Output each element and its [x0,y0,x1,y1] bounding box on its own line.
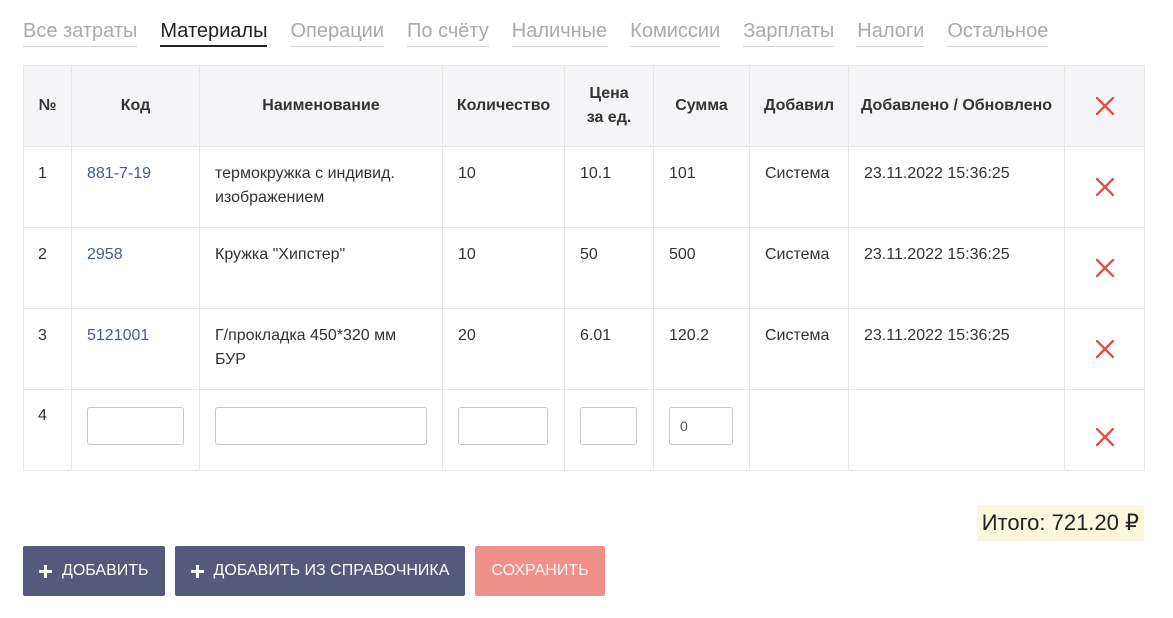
row-delete-cell [1064,146,1145,228]
row-added-by: Система [749,308,849,390]
row-price: 6.01 [564,308,654,390]
tab-all-costs[interactable]: Все затраты [23,18,138,47]
header-sum: Сумма [653,65,750,147]
header-dates: Добавлено / Обновлено [848,65,1065,147]
row-dates: 23.11.2022 15:36:25 [848,146,1065,228]
header-name: Наименование [199,65,443,147]
table-row: 2 2958 Кружка "Хипстер" 10 50 500 Систем… [23,227,1145,309]
row-name: термокружка с индивид. изображением [199,146,443,228]
row-code-link[interactable]: 5121001 [87,327,149,344]
tab-taxes[interactable]: Налоги [857,18,925,47]
tab-other[interactable]: Остальное [947,18,1049,47]
tab-commissions[interactable]: Комиссии [630,18,721,47]
add-button-label: Добавить [62,562,149,579]
code-input[interactable] [87,407,184,445]
header-quantity: Количество [442,65,565,147]
row-dates: 23.11.2022 15:36:25 [848,227,1065,309]
save-button-label: Сохранить [491,562,589,579]
delete-row-icon[interactable] [1094,176,1116,198]
sum-input[interactable] [669,407,733,445]
save-button[interactable]: Сохранить [475,546,605,596]
row-num: 2 [23,227,72,309]
new-row-name-cell [199,389,443,471]
new-row-code-cell [71,389,200,471]
row-code-cell: 2958 [71,227,200,309]
delete-all-icon[interactable] [1094,95,1116,117]
new-row-delete-cell [1064,389,1145,471]
row-quantity: 10 [442,227,565,309]
header-added-by: Добавил [749,65,849,147]
tab-materials[interactable]: Материалы [160,18,268,47]
row-delete-cell [1064,227,1145,309]
delete-row-icon[interactable] [1094,338,1116,360]
header-price-line1: Цена [589,85,629,102]
tab-by-invoice[interactable]: По счёту [407,18,489,47]
new-item-row: 4 [23,389,1145,471]
tab-operations[interactable]: Операции [290,18,385,47]
new-row-sum-cell [653,389,750,471]
row-code-cell: 5121001 [71,308,200,390]
header-price: Цена за ед. [564,65,654,147]
add-from-catalog-button[interactable]: Добавить из справочника [174,546,466,596]
price-input[interactable] [580,407,637,445]
add-button[interactable]: Добавить [23,546,165,596]
row-price: 50 [564,227,654,309]
new-row-added-by [749,389,849,471]
action-bar: Добавить Добавить из справочника Сохрани… [23,546,605,596]
row-added-by: Система [749,227,849,309]
table-row: 3 5121001 Г/прокладка 450*320 мм БУР 20 … [23,308,1145,390]
table-header-row: № Код Наименование Количество Цена за ед.… [23,65,1145,147]
tab-salaries[interactable]: Зарплаты [743,18,835,47]
row-name: Г/прокладка 450*320 мм БУР [199,308,443,390]
add-from-catalog-label: Добавить из справочника [213,562,450,579]
row-code-link[interactable]: 2958 [87,246,123,263]
row-price: 10.1 [564,146,654,228]
row-num: 1 [23,146,72,228]
row-sum: 101 [653,146,750,228]
delete-row-icon[interactable] [1094,257,1116,279]
quantity-input[interactable] [458,407,548,445]
total-amount: Итого: 721.20 ₽ [976,505,1144,541]
row-added-by: Система [749,146,849,228]
row-quantity: 10 [442,146,565,228]
header-price-line2: за ед. [586,109,632,126]
row-dates: 23.11.2022 15:36:25 [848,308,1065,390]
new-row-qty-cell [442,389,565,471]
tab-cash[interactable]: Наличные [511,18,608,47]
new-row-price-cell [564,389,654,471]
row-code-link[interactable]: 881-7-19 [87,165,151,182]
row-name: Кружка "Хипстер" [199,227,443,309]
materials-table: № Код Наименование Количество Цена за ед.… [23,65,1145,471]
header-code: Код [71,65,200,147]
name-input[interactable] [215,407,427,445]
row-quantity: 20 [442,308,565,390]
row-code-cell: 881-7-19 [71,146,200,228]
table-row: 1 881-7-19 термокружка с индивид. изобра… [23,146,1145,228]
plus-icon [190,564,204,578]
category-tabs: Все затраты Материалы Операции По счёту … [23,18,1049,47]
header-num: № [23,65,72,147]
plus-icon [39,564,52,578]
row-delete-cell [1064,308,1145,390]
row-sum: 120.2 [653,308,750,390]
delete-row-icon[interactable] [1094,426,1116,448]
row-sum: 500 [653,227,750,309]
new-row-num: 4 [23,389,72,471]
header-delete-all [1064,65,1145,147]
new-row-dates [848,389,1065,471]
row-num: 3 [23,308,72,390]
